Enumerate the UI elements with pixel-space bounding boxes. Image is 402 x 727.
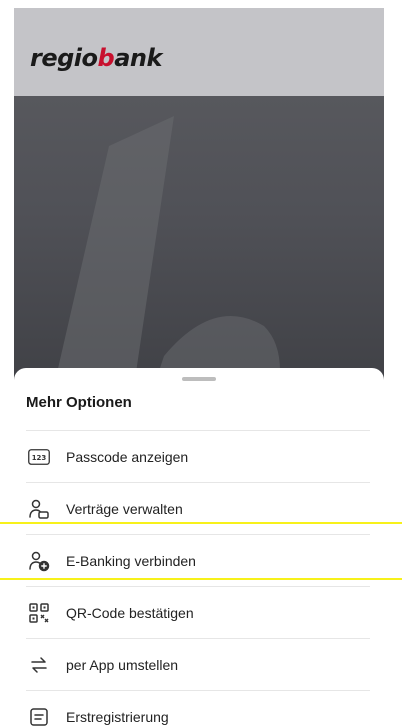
app-header: regiobank [14, 8, 384, 96]
sheet-drag-handle[interactable] [182, 377, 216, 381]
options-bottom-sheet: Mehr Optionen 123 Passcode anzeigen Vert… [14, 368, 384, 727]
option-e-banking-verbinden[interactable]: E-Banking verbinden [26, 534, 370, 586]
svg-text:123: 123 [32, 454, 47, 462]
app-screen: regiobank Mehr Optionen 123 Passcode anz… [14, 8, 384, 727]
option-per-app-umstellen[interactable]: per App umstellen [26, 638, 370, 690]
option-qr-code-bestaetigen[interactable]: QR-Code bestätigen [26, 586, 370, 638]
option-passcode-anzeigen[interactable]: 123 Passcode anzeigen [26, 430, 370, 482]
option-label: QR-Code bestätigen [66, 604, 194, 621]
user-add-icon [28, 550, 50, 572]
option-label: E-Banking verbinden [66, 552, 196, 569]
option-label: Erstregistrierung [66, 708, 169, 725]
brand-letter-b-graphic [54, 116, 280, 386]
option-label: per App umstellen [66, 656, 179, 673]
qr-code-icon [28, 602, 50, 624]
passcode-123-icon: 123 [28, 446, 50, 468]
regiobank-logo: regiobank [30, 44, 162, 72]
option-label: Verträge verwalten [66, 500, 183, 517]
sheet-title: Mehr Optionen [26, 394, 132, 411]
option-erstregistrierung[interactable]: Erstregistrierung [26, 690, 370, 727]
switch-arrows-icon [28, 654, 50, 676]
hero-background-image [14, 96, 384, 386]
form-document-icon [28, 706, 50, 727]
users-contracts-icon [28, 498, 50, 520]
option-label: Passcode anzeigen [66, 448, 189, 465]
option-vertraege-verwalten[interactable]: Verträge verwalten [26, 482, 370, 534]
